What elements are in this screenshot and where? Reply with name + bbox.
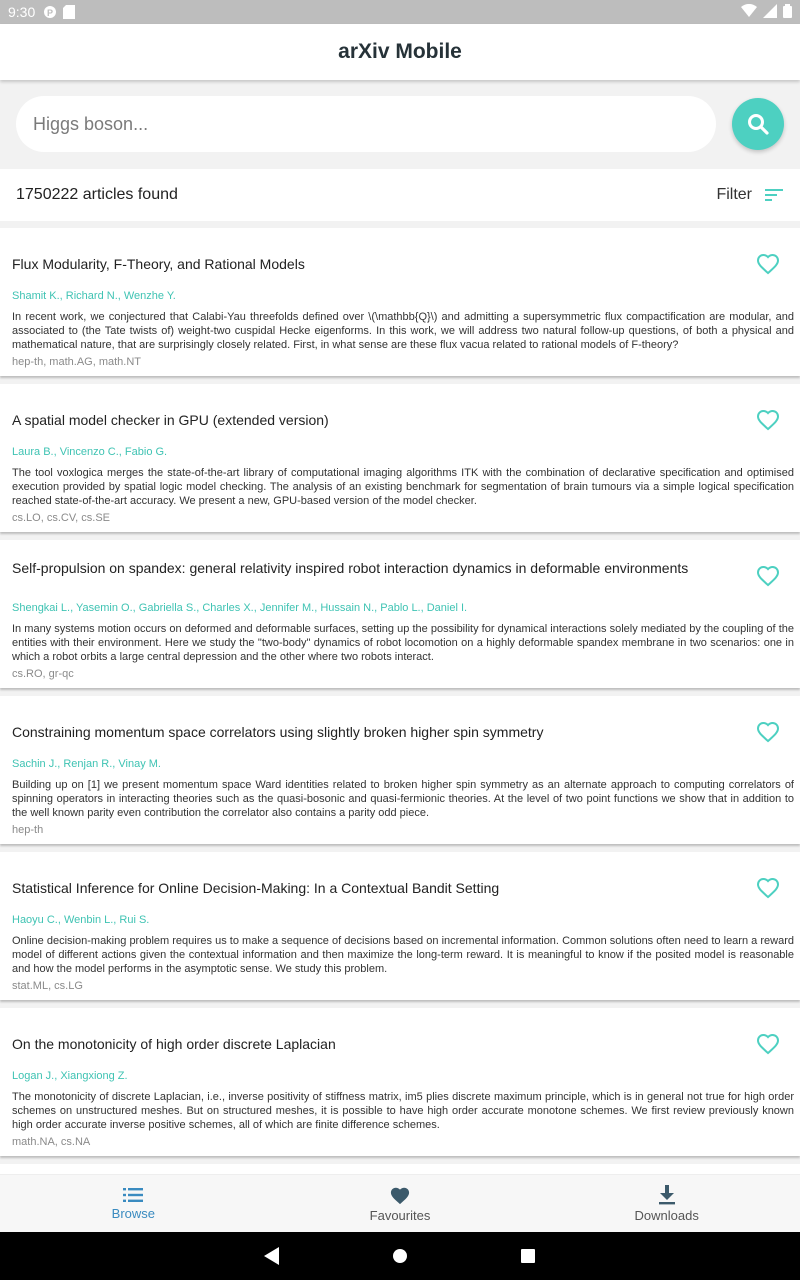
app-notification-icon: P [43,5,57,19]
article-abstract: Building up on [1] we present momentum s… [12,779,794,819]
article-authors: Haoyu C., Wenbin L., Rui S. [12,914,150,926]
home-circle-icon [393,1249,407,1263]
heart-outline-icon[interactable] [756,252,780,276]
svg-text:P: P [47,8,53,18]
app-bar: arXiv Mobile [0,24,800,80]
nav-downloads[interactable]: Downloads [533,1175,800,1232]
article-abstract: Online decision-making problem requires … [12,935,794,975]
article-title[interactable]: A spatial model checker in GPU (extended… [12,412,692,428]
app-title: arXiv Mobile [338,40,462,63]
heart-outline-icon[interactable] [756,408,780,432]
back-button[interactable] [208,1247,336,1265]
article-title[interactable]: Constraining momentum space correlators … [12,724,692,740]
bottom-navigation: Browse Favourites Downloads [0,1174,800,1232]
article-card[interactable]: Self-propulsion on spandex: general rela… [0,540,800,688]
article-categories: stat.ML, cs.LG [12,980,83,992]
article-categories: math.NA, cs.NA [12,1136,91,1148]
article-authors: Sachin J., Renjan R., Vinay M. [12,758,161,770]
nav-browse[interactable]: Browse [0,1175,267,1232]
article-card[interactable]: A spatial model checker in GPU (extended… [0,384,800,532]
back-triangle-icon [264,1247,279,1265]
status-bar: 9:30 P [0,0,800,24]
heart-outline-icon[interactable] [756,1032,780,1056]
article-abstract: In recent work, we conjectured that Cala… [12,311,794,351]
home-button[interactable] [336,1248,464,1264]
results-count: 1750222 articles found [16,186,178,203]
article-authors: Shamit K., Richard N., Wenzhe Y. [12,290,176,302]
filter-icon [765,189,783,201]
article-title[interactable]: On the monotonicity of high order discre… [12,1036,692,1052]
battery-icon [783,3,792,21]
article-abstract: The monotonicity of discrete Laplacian, … [12,1091,794,1131]
filter-button[interactable]: Filter [716,186,784,204]
nav-favourites-label: Favourites [369,1207,431,1223]
heart-outline-icon[interactable] [756,876,780,900]
article-card[interactable]: Constraining momentum space correlators … [0,696,800,844]
article-categories: hep-th [12,824,44,836]
search-icon [748,114,769,135]
article-authors: Shengkai L., Yasemin O., Gabriella S., C… [12,602,468,614]
search-input[interactable] [16,96,716,152]
status-time: 9:30 [8,4,36,20]
article-abstract: The tool voxlogica merges the state-of-t… [12,467,794,507]
system-nav-bar [0,1232,800,1280]
article-card[interactable]: Statistical Inference for Online Decisio… [0,852,800,1000]
nav-downloads-label: Downloads [634,1207,699,1223]
list-icon [123,1187,144,1202]
article-title[interactable]: Statistical Inference for Online Decisio… [12,880,692,896]
results-bar: 1750222 articles found Filter [0,169,800,221]
article-card[interactable]: Flux Modularity, F-Theory, and Rational … [0,228,800,376]
article-title[interactable]: Flux Modularity, F-Theory, and Rational … [12,256,692,272]
nav-browse-label: Browse [111,1205,156,1221]
recents-button[interactable] [464,1248,592,1264]
nav-favourites[interactable]: Favourites [267,1175,534,1232]
filter-label: Filter [716,186,752,203]
article-abstract: In many systems motion occurs on deforme… [12,623,794,663]
article-categories: cs.LO, cs.CV, cs.SE [12,512,111,524]
article-title[interactable]: Self-propulsion on spandex: general rela… [12,560,692,576]
search-button[interactable] [732,98,784,150]
heart-icon [390,1187,410,1204]
search-row [0,80,800,168]
signal-icon [763,3,777,21]
heart-outline-icon[interactable] [756,564,780,588]
sd-card-icon [63,5,77,19]
article-authors: Laura B., Vincenzo C., Fabio G. [12,446,168,458]
recents-square-icon [521,1249,535,1263]
download-icon [658,1184,675,1204]
article-authors: Logan J., Xiangxiong Z. [12,1070,128,1082]
article-categories: cs.RO, gr-qc [12,668,74,680]
heart-outline-icon[interactable] [756,720,780,744]
article-categories: hep-th, math.AG, math.NT [12,356,141,368]
article-card[interactable]: On the monotonicity of high order discre… [0,1008,800,1156]
wifi-icon [741,3,757,21]
